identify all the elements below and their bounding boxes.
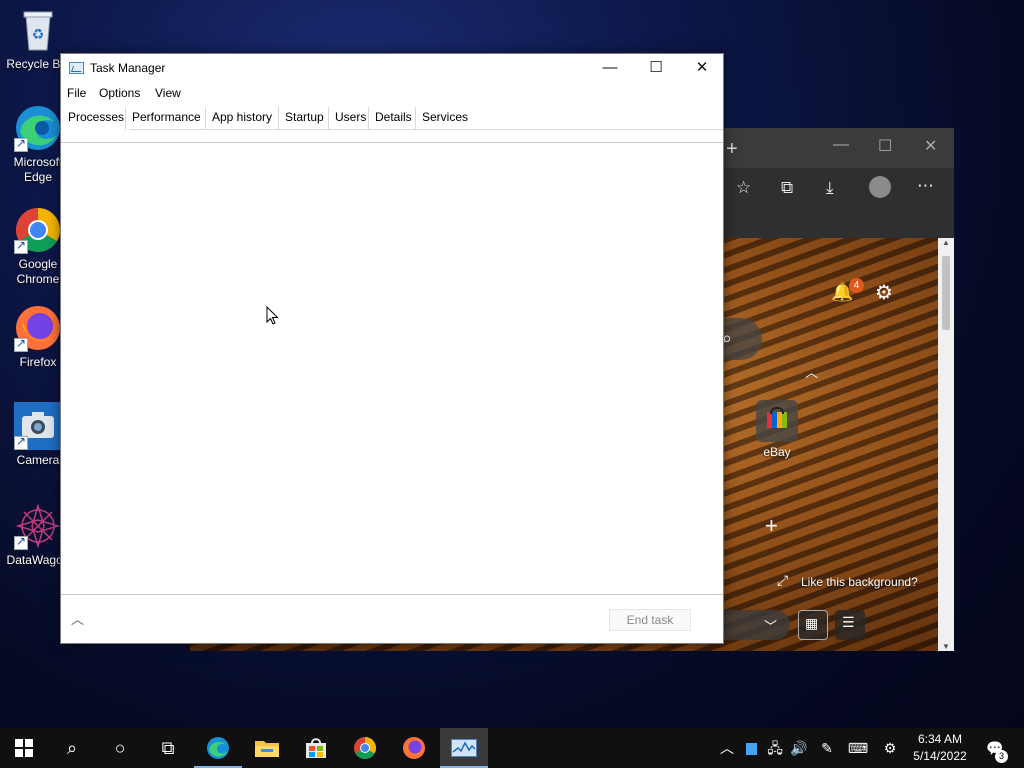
footer: ︿ End task <box>61 595 723 645</box>
settings-gear-icon[interactable]: ⚙ <box>875 280 893 305</box>
cortana-button[interactable]: ○ <box>96 728 144 768</box>
search-icon: ⌕ <box>66 738 78 758</box>
show-hidden-icons-chevron-icon[interactable]: ︿ <box>716 728 738 768</box>
datawagon-icon <box>14 502 62 550</box>
start-button[interactable] <box>0 728 48 768</box>
taskbar-store[interactable] <box>292 728 340 768</box>
notification-badge: 4 <box>849 278 864 293</box>
close-button[interactable]: ✕ <box>679 54 725 84</box>
network-icon[interactable]: 🖧 <box>764 728 786 768</box>
edge-icon <box>207 737 229 759</box>
menu-bar: File Options View <box>61 84 723 104</box>
minimize-icon[interactable]: — <box>833 136 849 154</box>
more-options-icon[interactable]: ⋯ <box>917 176 934 196</box>
camera-icon <box>14 402 62 450</box>
window-title: Task Manager <box>90 61 166 75</box>
tab-services[interactable]: Services <box>415 107 474 130</box>
menu-options[interactable]: Options <box>99 86 140 100</box>
chrome-icon <box>354 737 376 759</box>
chevron-down-icon: ﹀ <box>764 619 778 634</box>
clock[interactable]: 6:34 AM 5/14/2022 <box>905 731 975 765</box>
chrome-icon <box>14 206 62 254</box>
list-icon: ☰ <box>842 614 855 630</box>
folder-icon <box>255 741 279 757</box>
expand-icon[interactable]: ⤢ <box>777 572 788 589</box>
add-shortcut-icon[interactable]: + <box>765 513 778 539</box>
taskbar-file-explorer[interactable] <box>243 728 291 768</box>
firefox-icon <box>403 737 425 759</box>
quick-link-ebay[interactable]: eBay <box>752 400 802 459</box>
ebay-icon <box>756 400 798 442</box>
background-prompt[interactable]: Like this background? <box>801 575 918 589</box>
clock-date: 5/14/2022 <box>913 749 967 763</box>
grid-view-button[interactable]: ▦ <box>798 610 828 640</box>
grid-icon: ▦ <box>805 615 819 631</box>
task-manager-icon <box>451 739 477 757</box>
tab-app-history[interactable]: App history <box>205 107 278 130</box>
menu-file[interactable]: File <box>67 86 86 100</box>
tab-processes[interactable]: Processes <box>62 107 131 130</box>
taskbar-edge[interactable] <box>194 728 242 768</box>
process-list[interactable] <box>61 142 723 595</box>
scrollbar-thumb[interactable] <box>942 256 950 330</box>
fewer-details-chevron-icon[interactable]: ︿ <box>71 609 84 628</box>
tab-performance[interactable]: Performance <box>125 107 207 130</box>
taskbar-firefox[interactable] <box>390 728 438 768</box>
notification-center-icon[interactable]: 💬 <box>980 728 1010 768</box>
tab-users[interactable]: Users <box>328 107 372 130</box>
task-view-button[interactable]: ⧉ <box>144 728 192 768</box>
downloads-icon[interactable]: ⤓ <box>826 178 834 198</box>
profile-avatar[interactable] <box>869 176 891 198</box>
favorites-icon[interactable]: ☆ <box>736 178 751 198</box>
tab-details[interactable]: Details <box>368 107 418 130</box>
edge-scrollbar[interactable]: ▲ ▼ <box>938 238 954 651</box>
windows-logo-icon <box>15 739 33 757</box>
list-view-button[interactable]: ☰ <box>835 610 865 640</box>
minimize-button[interactable]: — <box>587 54 633 84</box>
notification-count-badge: 3 <box>995 750 1008 763</box>
title-bar[interactable]: Task Manager — ☐ ✕ <box>61 54 723 84</box>
taskbar-task-manager[interactable] <box>440 728 488 768</box>
new-tab-icon[interactable]: + <box>726 138 738 161</box>
tab-startup[interactable]: Startup <box>278 107 330 130</box>
maximize-button[interactable]: ☐ <box>633 54 679 84</box>
task-view-icon: ⧉ <box>161 738 175 758</box>
edge-icon <box>14 104 62 152</box>
cortana-circle-icon: ○ <box>114 738 126 758</box>
store-bag-icon <box>306 738 326 758</box>
feed-dropdown[interactable]: ﹀ <box>720 610 790 640</box>
tab-strip: Processes Performance App history Startu… <box>61 106 723 130</box>
quick-link-label: eBay <box>763 445 791 459</box>
keyboard-icon[interactable]: ⌨ <box>844 728 872 768</box>
app-tray-icon[interactable] <box>741 728 761 768</box>
volume-icon[interactable]: 🔊 <box>788 728 810 768</box>
taskbar-chrome[interactable] <box>341 728 389 768</box>
collections-icon[interactable]: ⧉ <box>781 178 793 198</box>
menu-view[interactable]: View <box>155 86 181 100</box>
search-button[interactable]: ⌕ <box>48 728 96 768</box>
task-manager-icon <box>69 62 84 74</box>
clock-time: 6:34 AM <box>917 732 963 746</box>
maximize-icon[interactable]: ☐ <box>878 136 892 156</box>
pen-workspace-icon[interactable]: ✎ <box>816 728 838 768</box>
svg-text:♻: ♻ <box>32 27 45 43</box>
end-task-button[interactable]: End task <box>609 609 691 631</box>
taskbar: ⌕ ○ ⧉ ︿ 🖧 🔊 ✎ ⌨ ⚙ 6:34 AM 5/14/2022 💬 3 <box>0 728 1024 768</box>
task-manager-window[interactable]: Task Manager — ☐ ✕ File Options View Pro… <box>60 53 724 644</box>
recycle-bin-icon: ♻ <box>14 6 62 54</box>
mouse-cursor-icon <box>266 306 279 325</box>
close-icon[interactable]: ✕ <box>924 136 937 156</box>
settings-gear-icon[interactable]: ⚙ <box>878 728 902 768</box>
chevron-up-icon[interactable]: ︿ <box>805 362 818 381</box>
firefox-icon <box>14 304 62 352</box>
